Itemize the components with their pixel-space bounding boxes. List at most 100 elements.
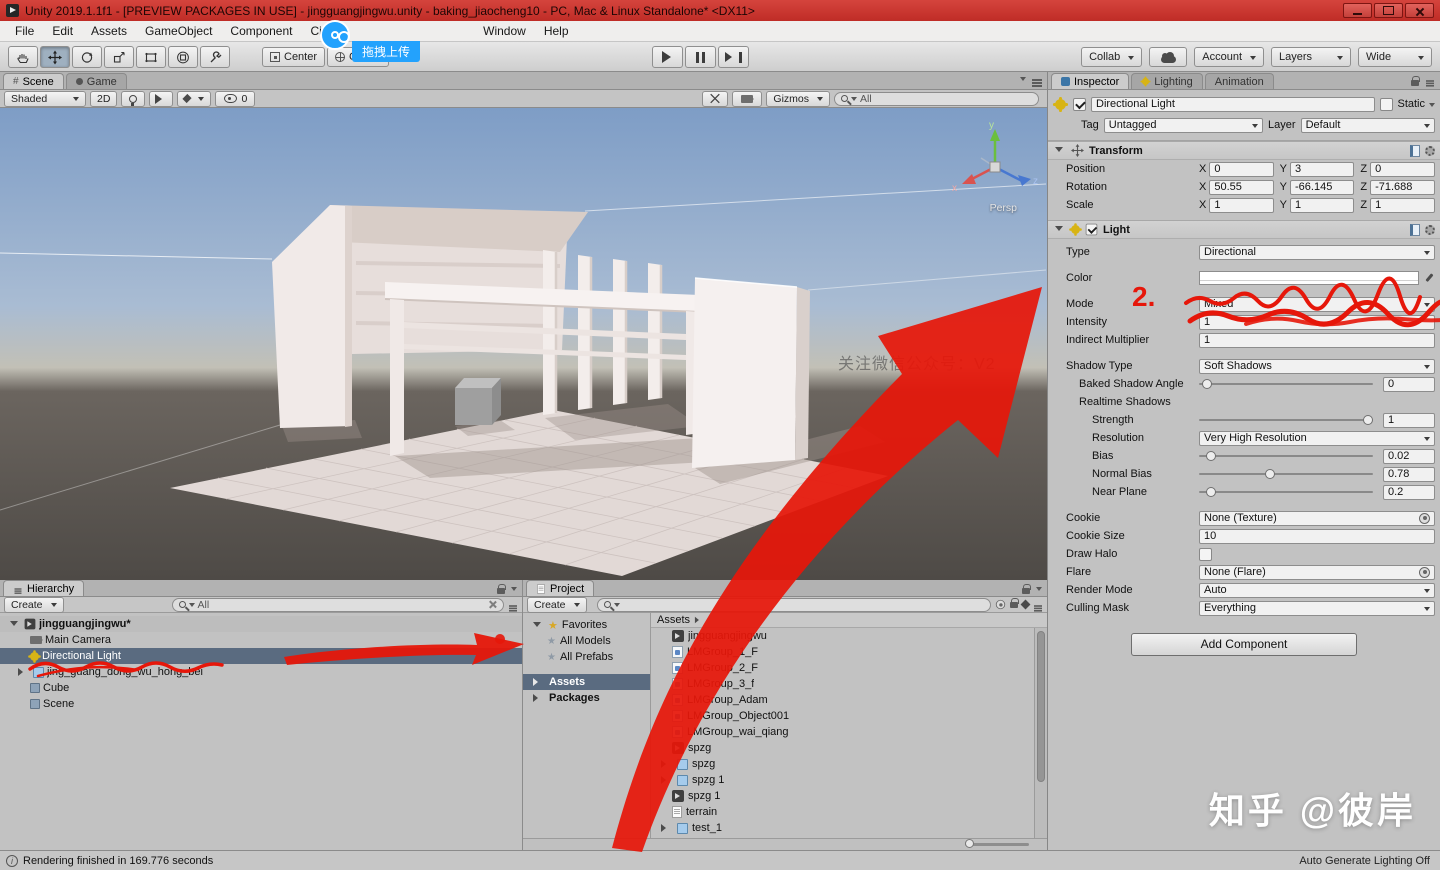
position-x-field[interactable]: 0 [1209, 161, 1274, 177]
normal-bias-field[interactable]: 0.78 [1383, 466, 1435, 482]
panel-menu-icon[interactable] [1426, 79, 1434, 82]
tab-project[interactable]: Project [526, 580, 595, 596]
panel-menu-caret-icon[interactable] [511, 587, 517, 594]
lock-icon[interactable] [497, 584, 506, 594]
menu-gameobject[interactable]: GameObject [136, 21, 221, 42]
hierarchy-item-directional-light[interactable]: Directional Light [0, 648, 522, 664]
expand-arrow-icon[interactable] [661, 776, 670, 784]
project-options-icon[interactable] [1034, 605, 1042, 607]
panel-menu-icon[interactable] [1032, 79, 1042, 81]
menu-help[interactable]: Help [535, 21, 578, 42]
favorite-search-icon[interactable] [1020, 599, 1031, 610]
bias-slider[interactable] [1199, 449, 1373, 463]
scene-search-input[interactable]: All [834, 91, 1039, 106]
rotation-x-field[interactable]: 50.55 [1209, 179, 1274, 195]
asset-row[interactable]: jingguangjingwu [651, 628, 1034, 644]
expand-arrow-icon[interactable] [18, 668, 27, 676]
hierarchy-scene-row[interactable]: jingguangjingwu* [0, 616, 522, 632]
tab-scene[interactable]: # Scene [3, 73, 64, 89]
scene-effects-dropdown[interactable] [177, 90, 212, 107]
bias-field[interactable]: 0.02 [1383, 448, 1435, 464]
status-message[interactable]: Rendering finished in 169.776 seconds [23, 855, 213, 867]
lock-icon[interactable] [1411, 76, 1420, 86]
asset-row[interactable]: spzg 1 [651, 772, 1034, 788]
hierarchy-item-main-camera[interactable]: Main Camera [0, 632, 522, 648]
pivot-toggle-button[interactable]: Center [262, 47, 326, 67]
scene-3d-render[interactable]: y x z [0, 108, 1047, 580]
clear-search-icon[interactable] [488, 600, 497, 609]
asset-row[interactable]: spzg 1 [651, 788, 1034, 804]
menu-component[interactable]: Component [221, 21, 301, 42]
help-book-icon[interactable] [1410, 144, 1420, 157]
position-z-field[interactable]: 0 [1370, 161, 1436, 177]
asset-row[interactable]: LMGroup_Adam [651, 692, 1034, 708]
perspective-label[interactable]: Persp [990, 202, 1017, 214]
active-checkbox[interactable] [1073, 97, 1086, 111]
breadcrumb[interactable]: Assets [651, 613, 1047, 628]
static-dropdown[interactable]: Static [1380, 97, 1435, 111]
step-button[interactable] [718, 46, 749, 68]
near-plane-field[interactable]: 0.2 [1383, 484, 1435, 500]
custom-tool-button[interactable] [200, 46, 230, 68]
rotate-tool-button[interactable] [72, 46, 102, 68]
tab-hierarchy[interactable]: Hierarchy [3, 580, 85, 596]
asset-row[interactable]: terrain [651, 804, 1034, 820]
project-search-input[interactable] [596, 597, 991, 612]
hierarchy-search-input[interactable]: All [171, 597, 504, 612]
favorite-all-models[interactable]: ★ All Models [523, 633, 650, 649]
foldout-icon[interactable] [1055, 147, 1063, 156]
baked-shadow-angle-field[interactable]: 0 [1383, 376, 1435, 392]
draw-halo-checkbox[interactable] [1199, 547, 1212, 561]
favorite-all-prefabs[interactable]: ★ All Prefabs [523, 649, 650, 665]
cookie-object-field[interactable]: None (Texture) [1199, 510, 1435, 526]
light-component-header[interactable]: Light [1048, 220, 1440, 239]
scale-z-field[interactable]: 1 [1370, 197, 1436, 213]
expand-arrow-icon[interactable] [533, 678, 542, 686]
scene-visibility-toggle[interactable]: 0 [215, 90, 256, 107]
rotation-z-field[interactable]: -71.688 [1370, 179, 1436, 195]
object-picker-icon[interactable] [1419, 512, 1430, 524]
transform-component-header[interactable]: Transform [1048, 141, 1440, 160]
tab-inspector[interactable]: Inspector [1051, 73, 1130, 89]
baked-shadow-angle-slider[interactable] [1199, 377, 1373, 391]
layer-dropdown[interactable]: Default [1300, 117, 1435, 133]
panel-menu-caret-icon[interactable] [1036, 587, 1042, 594]
asset-row[interactable]: spzg [651, 756, 1034, 772]
scene-viewport[interactable]: y x z Persp 关注微信公众号：V2 [0, 108, 1047, 580]
asset-row[interactable]: LMGroup_wai_qiang [651, 724, 1034, 740]
foldout-icon[interactable] [1055, 226, 1063, 235]
favorites-row[interactable]: ★ Favorites [523, 617, 650, 633]
object-name-field[interactable]: Directional Light [1091, 96, 1376, 112]
menu-edit[interactable]: Edit [43, 21, 82, 42]
scene-lighting-toggle[interactable] [121, 90, 146, 107]
hierarchy-item-scene-object[interactable]: Scene [0, 696, 522, 712]
scale-y-field[interactable]: 1 [1290, 197, 1355, 213]
flare-object-field[interactable]: None (Flare) [1199, 564, 1435, 580]
expand-arrow-icon[interactable] [661, 824, 670, 832]
strength-field[interactable]: 1 [1383, 412, 1435, 428]
minimize-button[interactable] [1343, 3, 1372, 18]
asset-row[interactable]: spzg [651, 740, 1034, 756]
layers-dropdown[interactable]: Layers [1271, 47, 1351, 67]
strength-slider[interactable] [1199, 413, 1373, 427]
add-component-button[interactable]: Add Component [1131, 633, 1357, 656]
cookie-size-field[interactable]: 10 [1199, 528, 1435, 544]
light-mode-dropdown[interactable]: Mixed [1199, 296, 1435, 312]
hierarchy-options-icon[interactable] [509, 605, 517, 607]
collapse-arrow-icon[interactable] [10, 620, 18, 630]
scene-audio-toggle[interactable] [149, 90, 174, 107]
tab-animation[interactable]: Animation [1204, 73, 1274, 89]
cloud-services-button[interactable] [1149, 47, 1188, 67]
folder-assets[interactable]: Assets [523, 674, 650, 690]
expand-arrow-icon[interactable] [661, 760, 670, 768]
vertical-scrollbar[interactable] [1034, 628, 1047, 838]
render-mode-dropdown[interactable]: Auto [1199, 582, 1435, 598]
asset-row[interactable]: test_1 [651, 820, 1034, 836]
close-button[interactable] [1405, 3, 1434, 18]
shadow-type-dropdown[interactable]: Soft Shadows [1199, 358, 1435, 374]
settings-gear-icon[interactable] [1425, 224, 1435, 235]
object-picker-icon[interactable] [1419, 566, 1430, 578]
hierarchy-item-cube[interactable]: Cube [0, 680, 522, 696]
tab-lighting[interactable]: Lighting [1131, 73, 1203, 89]
search-by-label-icon[interactable] [1010, 597, 1019, 608]
